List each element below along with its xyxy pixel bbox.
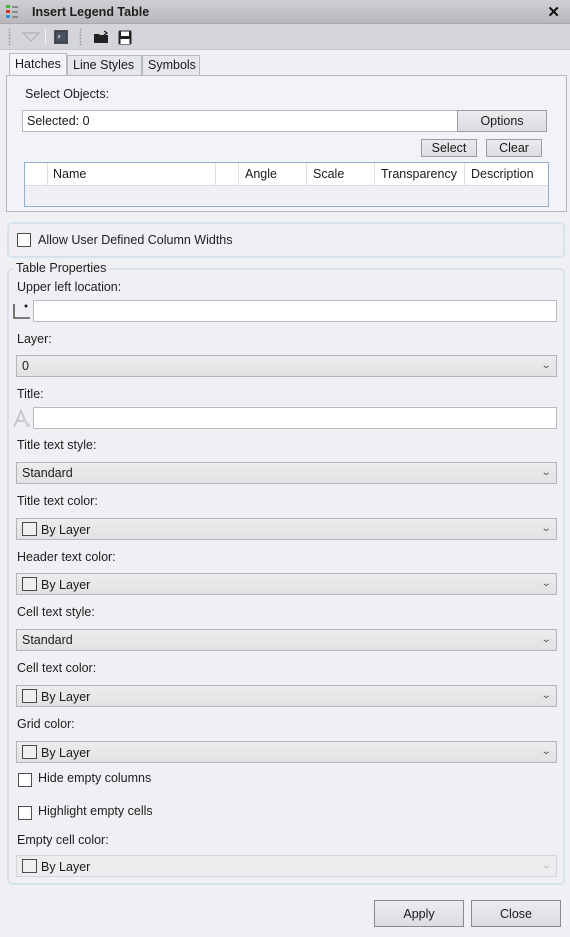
options-button[interactable]: Options <box>457 110 547 132</box>
upper-left-location-input[interactable] <box>33 300 557 322</box>
apply-button[interactable]: Apply <box>374 900 464 927</box>
column-header-description[interactable]: Description <box>465 163 548 186</box>
toolbar-grip[interactable] <box>8 28 11 46</box>
hatches-tab-panel: Select Objects: Options Select Clear Nam… <box>6 75 567 212</box>
grid-color-value: By Layer <box>41 746 91 760</box>
title-text-style-dropdown[interactable]: Standard ⌄ <box>16 462 557 484</box>
header-text-color-label: Header text color: <box>17 550 116 564</box>
column-header-selector[interactable] <box>25 163 48 186</box>
title-text-color-dropdown[interactable]: By Layer ⌄ <box>16 518 557 540</box>
color-swatch-icon <box>22 522 37 536</box>
title-bar: Insert Legend Table ✕ <box>0 0 570 24</box>
toolbar <box>0 24 570 50</box>
layer-label: Layer: <box>17 332 52 346</box>
close-x-icon[interactable]: ✕ <box>547 3 560 21</box>
title-label: Title: <box>17 387 44 401</box>
tab-line-styles[interactable]: Line Styles <box>67 55 142 75</box>
grid-color-dropdown[interactable]: By Layer ⌄ <box>16 741 557 763</box>
cell-text-color-label: Cell text color: <box>17 661 97 675</box>
select-button[interactable]: Select <box>421 139 477 157</box>
column-header-name[interactable]: Name <box>48 163 216 186</box>
open-folder-icon[interactable] <box>92 28 110 46</box>
highlight-empty-cells-label: Highlight empty cells <box>38 804 153 818</box>
column-header-scale[interactable]: Scale <box>307 163 375 186</box>
title-text-color-label: Title text color: <box>17 494 98 508</box>
allow-user-defined-column-widths-label: Allow User Defined Column Widths <box>38 233 233 247</box>
chevron-down-icon: ⌄ <box>540 360 552 371</box>
chevron-down-icon: ⌄ <box>540 467 552 478</box>
select-objects-label: Select Objects: <box>25 87 110 101</box>
toolbar-separator <box>45 29 46 45</box>
chevron-down-icon: ⌄ <box>540 578 552 589</box>
command-window-icon[interactable] <box>52 28 70 46</box>
color-swatch-icon <box>22 577 37 591</box>
hide-empty-columns-label: Hide empty columns <box>38 771 152 785</box>
layer-value: 0 <box>22 359 29 373</box>
clear-button[interactable]: Clear <box>486 139 542 157</box>
window-title: Insert Legend Table <box>32 5 150 19</box>
dropdown-triangle-icon[interactable] <box>21 28 41 46</box>
tab-hatches[interactable]: Hatches <box>9 53 67 75</box>
save-disk-icon[interactable] <box>116 28 134 46</box>
allow-user-defined-column-widths-checkbox[interactable] <box>17 233 31 247</box>
header-text-color-dropdown[interactable]: By Layer ⌄ <box>16 573 557 595</box>
hide-empty-columns-checkbox[interactable] <box>18 773 32 787</box>
cell-text-color-value: By Layer <box>41 690 91 704</box>
title-text-style-value: Standard <box>22 466 73 480</box>
color-swatch-icon <box>22 745 37 759</box>
cell-text-color-dropdown[interactable]: By Layer ⌄ <box>16 685 557 707</box>
pick-point-icon[interactable] <box>12 302 32 320</box>
dialog-footer: Apply Close <box>0 890 570 937</box>
empty-cell-color-dropdown: By Layer ⌄ <box>16 855 557 877</box>
close-button[interactable]: Close <box>471 900 561 927</box>
empty-cell-color-value: By Layer <box>41 860 91 874</box>
column-header-preview[interactable] <box>216 163 239 186</box>
column-header-angle[interactable]: Angle <box>239 163 307 186</box>
upper-left-location-label: Upper left location: <box>17 280 122 294</box>
chevron-down-icon: ⌄ <box>540 523 552 534</box>
chevron-down-icon: ⌄ <box>540 746 552 757</box>
chevron-down-icon: ⌄ <box>540 860 552 871</box>
grid-color-label: Grid color: <box>17 717 75 731</box>
color-swatch-icon <box>22 859 37 873</box>
header-text-color-value: By Layer <box>41 578 91 592</box>
text-style-icon[interactable] <box>11 407 33 429</box>
chevron-down-icon: ⌄ <box>540 690 552 701</box>
grid-header-row: Name Angle Scale Transparency Descriptio… <box>25 163 548 186</box>
hatches-grid[interactable]: Name Angle Scale Transparency Descriptio… <box>24 162 549 207</box>
title-text-color-value: By Layer <box>41 523 91 537</box>
cell-text-style-value: Standard <box>22 633 73 647</box>
color-swatch-icon <box>22 689 37 703</box>
table-properties-legend: Table Properties <box>13 261 110 275</box>
app-icon <box>6 5 18 19</box>
tab-symbols[interactable]: Symbols <box>142 55 200 75</box>
layer-dropdown[interactable]: 0 ⌄ <box>16 355 557 377</box>
title-input[interactable] <box>33 407 557 429</box>
column-header-transparency[interactable]: Transparency <box>375 163 465 186</box>
chevron-down-icon: ⌄ <box>540 634 552 645</box>
cell-text-style-dropdown[interactable]: Standard ⌄ <box>16 629 557 651</box>
cell-text-style-label: Cell text style: <box>17 605 95 619</box>
selected-count-field[interactable] <box>22 110 458 132</box>
highlight-empty-cells-checkbox[interactable] <box>18 806 32 820</box>
empty-cell-color-label: Empty cell color: <box>17 833 109 847</box>
toolbar-grip[interactable] <box>79 28 82 46</box>
title-text-style-label: Title text style: <box>17 438 97 452</box>
